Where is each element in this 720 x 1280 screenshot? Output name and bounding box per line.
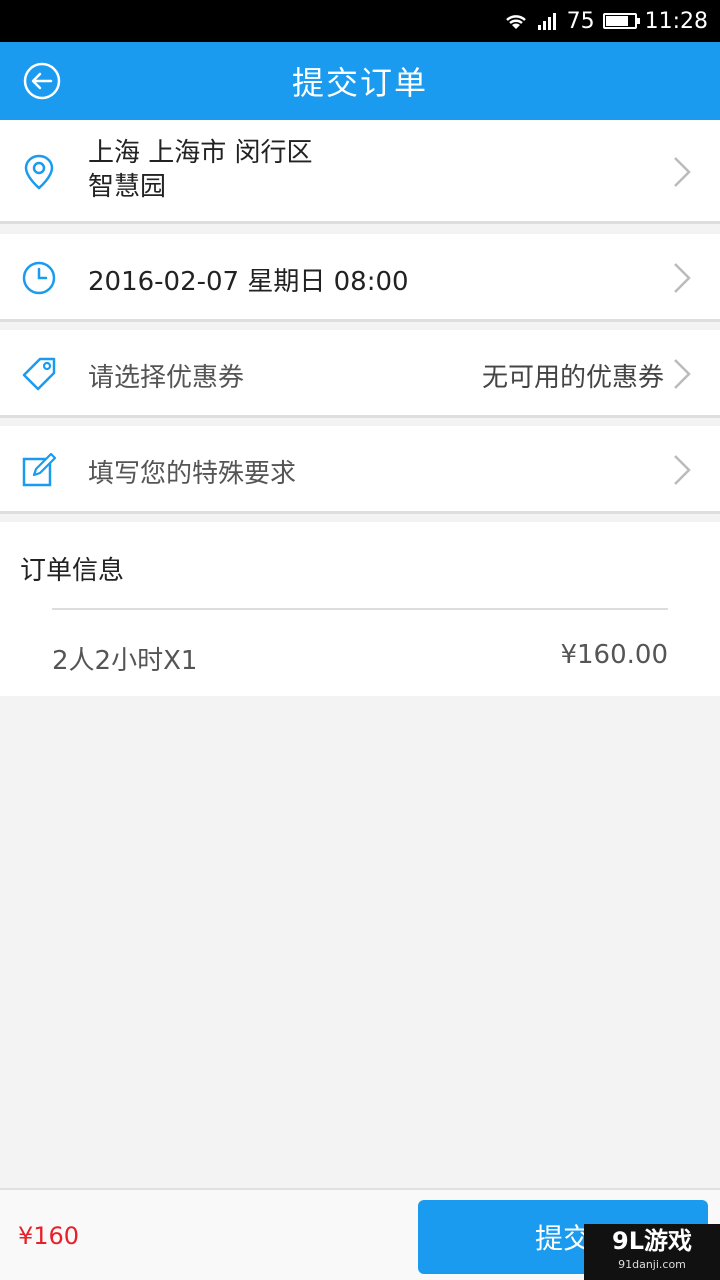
special-request-row[interactable]: 填写您的特殊要求	[0, 426, 720, 514]
watermark-title: 9L游戏	[612, 1227, 692, 1255]
chevron-right-icon	[674, 359, 691, 389]
status-bar: 75 11:28	[0, 0, 720, 42]
cellular-signal-icon	[537, 13, 556, 30]
time-row[interactable]: 2016-02-07 星期日 08:00	[0, 234, 720, 322]
coupon-row[interactable]: 请选择优惠券 无可用的优惠券	[0, 330, 720, 418]
address-text: 上海 上海市 闵行区 智慧园	[88, 136, 313, 204]
coupon-status: 无可用的优惠券	[481, 363, 664, 393]
watermark-site: 91danji.com	[618, 1258, 686, 1271]
service-time: 2016-02-07 星期日 08:00	[88, 267, 409, 297]
location-pin-icon	[24, 154, 54, 190]
address-line-1: 上海 上海市 闵行区	[88, 138, 313, 168]
divider	[52, 608, 668, 610]
order-info-section: 订单信息 2人2小时X1 ¥160.00	[0, 522, 720, 696]
signal-text: 75	[566, 8, 595, 34]
coupon-tag-icon	[22, 357, 56, 391]
clock-time: 11:28	[644, 8, 708, 34]
wifi-icon	[505, 15, 526, 29]
order-item-price: ¥160.00	[560, 640, 668, 670]
watermark-logo: 9L游戏 91danji.com	[584, 1224, 720, 1280]
special-request-label: 填写您的特殊要求	[88, 459, 297, 489]
edit-icon	[22, 452, 57, 487]
page-title: 提交订单	[291, 64, 428, 102]
chevron-right-icon	[674, 455, 691, 485]
chevron-right-icon	[674, 157, 691, 187]
battery-icon	[602, 13, 640, 29]
order-info-title: 订单信息	[20, 556, 125, 586]
address-line-2: 智慧园	[88, 172, 167, 202]
back-arrow-icon[interactable]	[22, 61, 62, 101]
clock-icon	[22, 261, 56, 295]
address-row[interactable]: 上海 上海市 闵行区 智慧园	[0, 120, 720, 224]
order-item-name: 2人2小时X1	[52, 646, 198, 676]
total-price: ¥160	[18, 1222, 80, 1250]
coupon-label: 请选择优惠券	[88, 363, 245, 393]
chevron-right-icon	[674, 263, 691, 293]
app-bar: 提交订单	[0, 42, 720, 120]
